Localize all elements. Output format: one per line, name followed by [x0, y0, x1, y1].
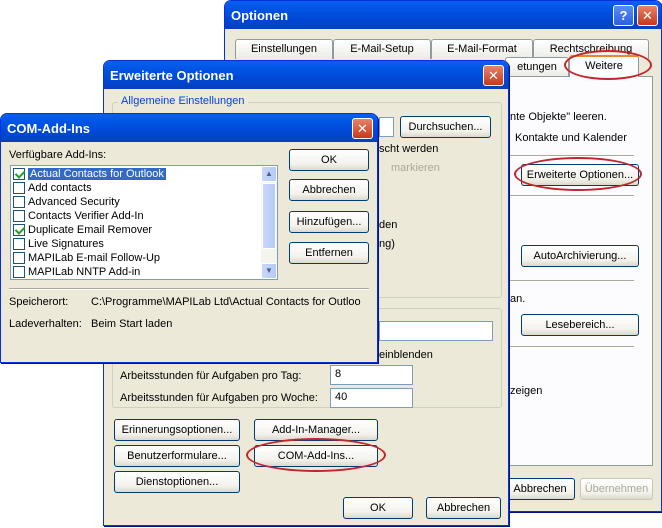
- arbeitsstunden-woche-input[interactable]: 40: [330, 388, 413, 408]
- tab-email-setup[interactable]: E-Mail-Setup: [333, 39, 431, 59]
- separator: [510, 195, 634, 197]
- hinzufuegen-button[interactable]: Hinzufügen...: [289, 211, 369, 233]
- text-ng: ng): [379, 238, 395, 250]
- checkbox[interactable]: [13, 182, 25, 194]
- separator: [510, 346, 634, 348]
- tab-email-format[interactable]: E-Mail-Format: [431, 39, 533, 59]
- text-einblenden: einblenden: [379, 349, 433, 361]
- group-title: Allgemeine Einstellungen: [118, 95, 248, 107]
- add-ins-list[interactable]: Actual Contacts for Outlook Add contacts A…: [10, 165, 278, 280]
- checkbox[interactable]: [13, 168, 25, 180]
- list-item-label: Actual Contacts for Outlook: [28, 168, 166, 180]
- erinnerungsoptionen-button[interactable]: Erinnerungsoptionen...: [114, 419, 240, 441]
- checkbox[interactable]: [13, 266, 25, 278]
- optionen-title-bar: Optionen ? ✕: [225, 1, 661, 29]
- optionen-abbrechen-button[interactable]: Abbrechen: [505, 478, 575, 500]
- checkbox[interactable]: [13, 224, 25, 236]
- list-item[interactable]: Actual Contacts for Outlook: [11, 167, 277, 181]
- arbeitsstunden-tag-input[interactable]: 8: [330, 365, 413, 385]
- path-field[interactable]: [379, 117, 394, 137]
- dienstoptionen-button[interactable]: Dienstoptionen...: [114, 471, 240, 493]
- list-item-label: Duplicate Email Remover: [28, 224, 153, 236]
- arbeitsstunden-woche-label: Arbeitsstunden für Aufgaben pro Woche:: [120, 392, 318, 404]
- list-item[interactable]: Add contacts: [11, 181, 277, 195]
- text-an: an.: [510, 293, 526, 305]
- benutzerformulare-button[interactable]: Benutzerformulare...: [114, 445, 240, 467]
- separator: [510, 155, 634, 157]
- tab-sicherheit-partial[interactable]: etungen: [505, 57, 569, 77]
- checkbox[interactable]: [13, 196, 25, 208]
- checkbox[interactable]: [13, 210, 25, 222]
- folder-field[interactable]: [379, 321, 493, 341]
- close-icon[interactable]: ✕: [483, 65, 504, 86]
- erweiterte-title-bar: Erweiterte Optionen ✕: [104, 61, 508, 89]
- com-title: COM-Add-Ins: [7, 121, 91, 136]
- list-item-label: Contacts Verifier Add-In: [28, 210, 144, 222]
- verfuegbare-add-ins-label: Verfügbare Add-Ins:: [9, 149, 107, 161]
- ladeverhalten-label: Ladeverhalten:: [9, 318, 82, 330]
- ladeverhalten-value: Beim Start laden: [91, 318, 173, 330]
- list-item[interactable]: MAPILab E-mail Follow-Up: [11, 251, 277, 265]
- scroll-up-icon[interactable]: ▲: [261, 166, 277, 182]
- separator: [510, 280, 634, 282]
- com-add-ins-dialog: COM-Add-Ins ✕ Verfügbare Add-Ins: Actual…: [0, 113, 378, 363]
- tab-einstellungen[interactable]: Einstellungen: [235, 39, 333, 59]
- tab-weitere[interactable]: Weitere: [569, 55, 639, 77]
- help-icon[interactable]: ?: [613, 5, 634, 26]
- com-title-bar: COM-Add-Ins ✕: [1, 114, 377, 142]
- uebernehmen-button[interactable]: Übernehmen: [580, 478, 653, 500]
- list-item-label: Add contacts: [28, 182, 92, 194]
- speicherort-value: C:\Programme\MAPILab Ltd\Actual Contacts…: [91, 296, 361, 308]
- list-item[interactable]: Live Signatures: [11, 237, 277, 251]
- text-kontakte: Kontakte und Kalender: [515, 132, 627, 144]
- entfernen-button[interactable]: Entfernen: [289, 242, 369, 264]
- text-den: den: [379, 219, 398, 231]
- list-item-label: MAPILab NNTP Add-in: [28, 266, 141, 278]
- text-werden: scht werden: [379, 143, 439, 155]
- scrollbar[interactable]: ▲ ▼: [261, 166, 277, 279]
- checkbox[interactable]: [13, 252, 25, 264]
- com-add-ins-button[interactable]: COM-Add-Ins...: [254, 445, 378, 467]
- erweiterte-optionen-button[interactable]: Erweiterte Optionen...: [521, 164, 639, 186]
- erweiterte-abbrechen-button[interactable]: Abbrechen: [426, 497, 501, 519]
- text-markieren: markieren: [391, 162, 440, 174]
- optionen-title: Optionen: [231, 8, 289, 23]
- text-zeigen: zeigen: [510, 385, 543, 397]
- close-icon[interactable]: ✕: [352, 118, 373, 139]
- add-in-manager-button[interactable]: Add-In-Manager...: [254, 419, 378, 441]
- autoarchivierung-button[interactable]: AutoArchivierung...: [521, 245, 639, 267]
- list-item[interactable]: Contacts Verifier Add-In: [11, 209, 277, 223]
- close-icon[interactable]: ✕: [637, 5, 658, 26]
- checkbox[interactable]: [13, 238, 25, 250]
- scroll-down-icon[interactable]: ▼: [261, 263, 277, 279]
- scroll-thumb[interactable]: [262, 183, 276, 249]
- com-abbrechen-button[interactable]: Abbrechen: [289, 179, 369, 201]
- text-leeren: nte Objekte" leeren.: [510, 111, 607, 123]
- com-ok-button[interactable]: OK: [289, 149, 369, 171]
- durchsuchen-button[interactable]: Durchsuchen...: [400, 116, 491, 138]
- lesebereich-button[interactable]: Lesebereich...: [521, 314, 639, 336]
- erweiterte-ok-button[interactable]: OK: [343, 497, 413, 519]
- arbeitsstunden-tag-label: Arbeitsstunden für Aufgaben pro Tag:: [120, 370, 302, 382]
- speicherort-label: Speicherort:: [9, 296, 69, 308]
- separator: [9, 288, 369, 290]
- list-item-label: Live Signatures: [28, 238, 104, 250]
- list-item[interactable]: Duplicate Email Remover: [11, 223, 277, 237]
- list-item-label: Advanced Security: [28, 196, 120, 208]
- erweiterte-title: Erweiterte Optionen: [110, 68, 234, 83]
- list-item-label: MAPILab E-mail Follow-Up: [28, 252, 161, 264]
- list-item[interactable]: Advanced Security: [11, 195, 277, 209]
- list-item[interactable]: MAPILab NNTP Add-in: [11, 265, 277, 279]
